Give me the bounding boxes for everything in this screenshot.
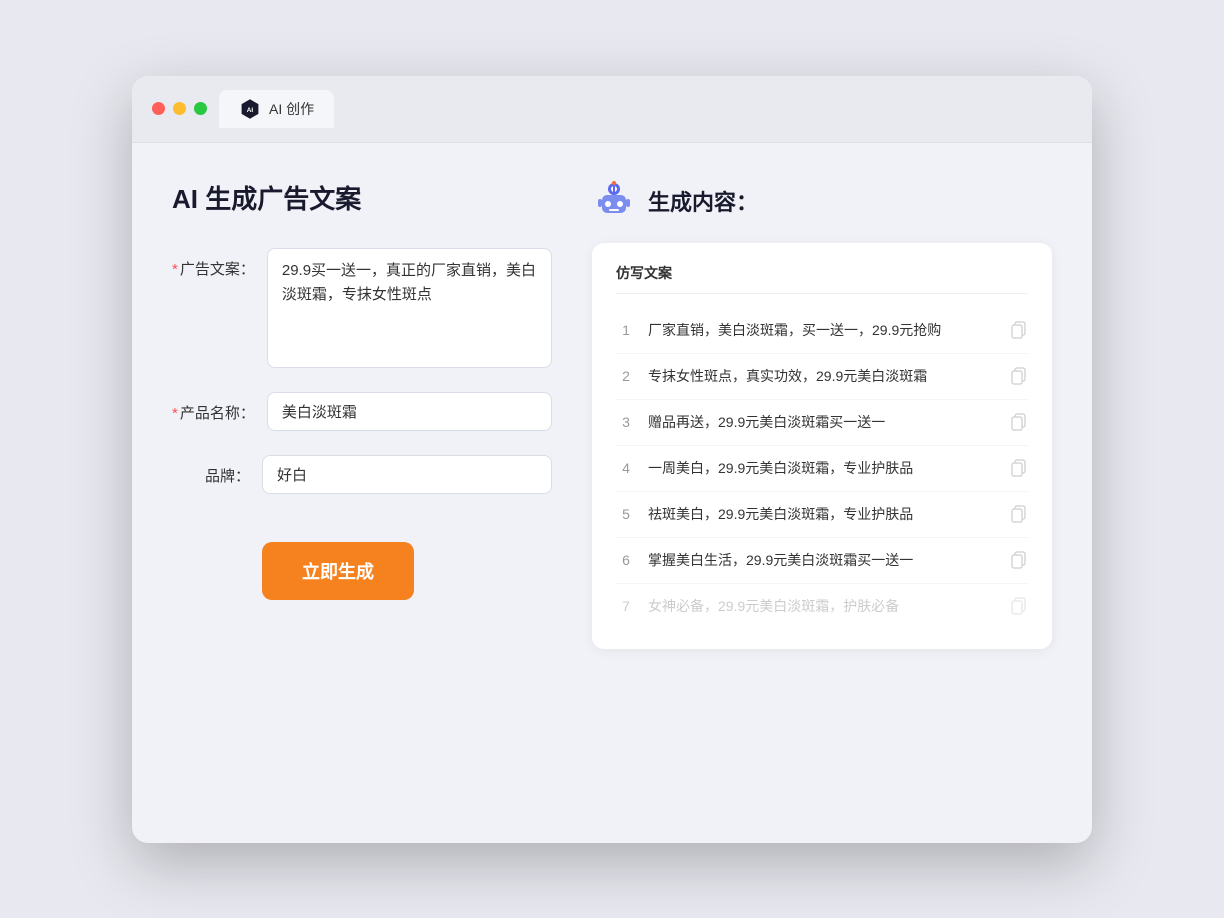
page-title: AI 生成广告文案 (172, 179, 552, 216)
copy-icon[interactable] (1010, 505, 1028, 523)
result-row: 6 掌握美白生活，29.9元美白淡斑霜买一送一 (616, 538, 1028, 584)
result-text: 专抹女性斑点，真实功效，29.9元美白淡斑霜 (648, 366, 998, 387)
generate-button[interactable]: 立即生成 (262, 542, 414, 600)
result-row: 3 赠品再送，29.9元美白淡斑霜买一送一 (616, 400, 1028, 446)
copy-icon[interactable] (1010, 597, 1028, 615)
copy-icon[interactable] (1010, 459, 1028, 477)
product-name-input[interactable] (267, 392, 552, 431)
ai-tab-icon: AI (239, 98, 261, 120)
maximize-button[interactable] (194, 102, 207, 115)
svg-text:AI: AI (247, 107, 254, 114)
result-row: 2 专抹女性斑点，真实功效，29.9元美白淡斑霜 (616, 354, 1028, 400)
ad-copy-group: *广告文案： 29.9买一送一，真正的厂家直销，美白淡斑霜，专抹女性斑点 (172, 248, 552, 368)
result-list: 1 厂家直销，美白淡斑霜，买一送一，29.9元抢购 2 专抹女性斑点，真实功效，29… (616, 308, 1028, 629)
window-controls (152, 102, 207, 115)
result-header: 生成内容： (592, 179, 1052, 223)
product-name-group: *产品名称： (172, 392, 552, 431)
result-number: 7 (616, 598, 636, 614)
ad-copy-input[interactable]: 29.9买一送一，真正的厂家直销，美白淡斑霜，专抹女性斑点 (267, 248, 552, 368)
close-button[interactable] (152, 102, 165, 115)
robot-icon (592, 179, 636, 223)
result-number: 6 (616, 552, 636, 568)
copy-icon[interactable] (1010, 321, 1028, 339)
result-text: 一周美白，29.9元美白淡斑霜，专业护肤品 (648, 458, 998, 479)
result-row: 4 一周美白，29.9元美白淡斑霜，专业护肤品 (616, 446, 1028, 492)
result-title: 生成内容： (648, 185, 758, 217)
brand-group: 品牌： (172, 455, 552, 494)
brand-input[interactable] (262, 455, 552, 494)
result-text: 厂家直销，美白淡斑霜，买一送一，29.9元抢购 (648, 320, 998, 341)
result-number: 2 (616, 368, 636, 384)
result-number: 1 (616, 322, 636, 338)
ai-tab[interactable]: AI AI 创作 (219, 90, 334, 128)
copy-icon[interactable] (1010, 551, 1028, 569)
result-row: 7 女神必备，29.9元美白淡斑霜，护肤必备 (616, 584, 1028, 629)
ad-copy-label: *广告文案： (172, 248, 267, 279)
result-text: 女神必备，29.9元美白淡斑霜，护肤必备 (648, 596, 998, 617)
ad-copy-required: * (172, 261, 178, 278)
result-card: 仿写文案 1 厂家直销，美白淡斑霜，买一送一，29.9元抢购 2 专抹女性斑点，真实… (592, 243, 1052, 649)
right-panel: 生成内容： 仿写文案 1 厂家直销，美白淡斑霜，买一送一，29.9元抢购 2 专抹女… (592, 179, 1052, 807)
product-name-label: *产品名称： (172, 392, 267, 423)
result-text: 赠品再送，29.9元美白淡斑霜买一送一 (648, 412, 998, 433)
minimize-button[interactable] (173, 102, 186, 115)
result-table-header: 仿写文案 (616, 263, 1028, 294)
result-text: 祛斑美白，29.9元美白淡斑霜，专业护肤品 (648, 504, 998, 525)
result-number: 5 (616, 506, 636, 522)
result-number: 4 (616, 460, 636, 476)
tab-label: AI 创作 (269, 99, 314, 119)
result-text: 掌握美白生活，29.9元美白淡斑霜买一送一 (648, 550, 998, 571)
result-row: 1 厂家直销，美白淡斑霜，买一送一，29.9元抢购 (616, 308, 1028, 354)
browser-window: AI AI 创作 AI 生成广告文案 *广告文案： 29.9买一送一，真正的厂家… (132, 76, 1092, 843)
left-panel: AI 生成广告文案 *广告文案： 29.9买一送一，真正的厂家直销，美白淡斑霜，… (172, 179, 552, 807)
result-number: 3 (616, 414, 636, 430)
main-content: AI 生成广告文案 *广告文案： 29.9买一送一，真正的厂家直销，美白淡斑霜，… (132, 143, 1092, 843)
product-name-required: * (172, 405, 178, 422)
brand-label: 品牌： (172, 455, 262, 486)
result-row: 5 祛斑美白，29.9元美白淡斑霜，专业护肤品 (616, 492, 1028, 538)
copy-icon[interactable] (1010, 413, 1028, 431)
title-bar: AI AI 创作 (132, 76, 1092, 143)
copy-icon[interactable] (1010, 367, 1028, 385)
